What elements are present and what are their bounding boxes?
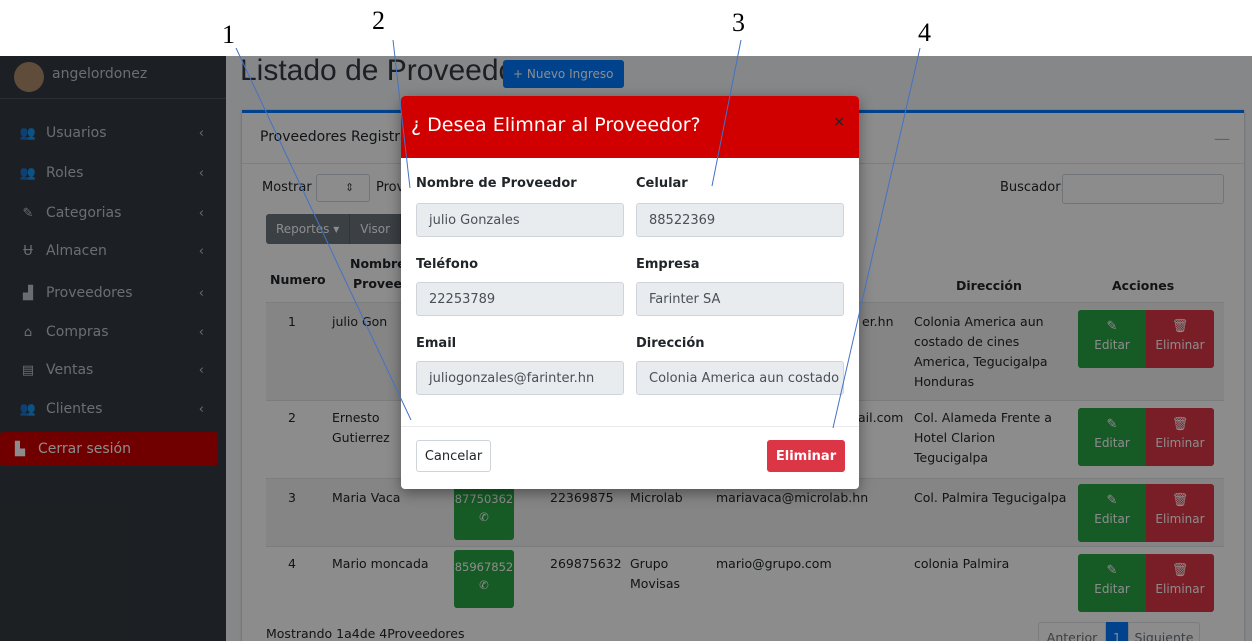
telephone-label: Teléfono xyxy=(416,257,479,272)
mobile-label: Celular xyxy=(636,176,688,191)
confirm-delete-button[interactable]: Eliminar xyxy=(767,440,845,472)
provider-name-label: Nombre de Proveedor xyxy=(416,176,577,191)
modal-title: ¿ Desea Elimnar al Proveedor? xyxy=(411,114,701,136)
telephone-field[interactable]: 22253789 xyxy=(416,282,624,316)
delete-provider-modal: ¿ Desea Elimnar al Proveedor? × Nombre d… xyxy=(401,96,859,489)
callout-number: 4 xyxy=(918,18,931,47)
address-field[interactable]: Colonia America aun costado c xyxy=(636,361,844,395)
mobile-field[interactable]: 88522369 xyxy=(636,203,844,237)
address-label: Dirección xyxy=(636,336,705,351)
screen: angelordonez 👥 Usuarios ‹ 👥 Roles ‹ ✎ Ca… xyxy=(0,0,1252,641)
callout-number: 3 xyxy=(732,8,745,37)
cancel-button[interactable]: Cancelar xyxy=(416,440,491,472)
modal-footer-divider xyxy=(401,426,859,427)
annotation-band xyxy=(0,0,1252,56)
callout-number: 1 xyxy=(222,20,235,49)
company-label: Empresa xyxy=(636,257,700,272)
company-field[interactable]: Farinter SA xyxy=(636,282,844,316)
callout-number: 2 xyxy=(372,6,385,35)
modal-header: ¿ Desea Elimnar al Proveedor? × xyxy=(401,96,859,158)
close-icon[interactable]: × xyxy=(833,114,845,130)
email-field[interactable]: juliogonzales@farinter.hn xyxy=(416,361,624,395)
provider-name-field[interactable]: julio Gonzales xyxy=(416,203,624,237)
email-label: Email xyxy=(416,336,457,351)
